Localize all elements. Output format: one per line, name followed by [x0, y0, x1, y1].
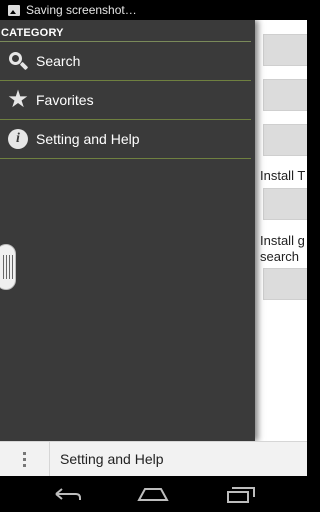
info-icon: i — [7, 128, 29, 150]
drawer-item-label: Search — [36, 53, 81, 69]
app-screen: Saving screenshot… Install T Install g s… — [0, 0, 307, 512]
install-label-1: Install T — [260, 168, 306, 183]
system-nav-bar — [0, 476, 307, 512]
main-button-4[interactable] — [263, 188, 307, 220]
recents-icon — [227, 487, 255, 503]
main-button-2[interactable] — [263, 79, 307, 111]
back-icon — [55, 488, 81, 500]
home-icon — [137, 488, 169, 501]
action-bar-title: Setting and Help — [60, 451, 164, 467]
overflow-menu-button[interactable] — [0, 441, 50, 477]
status-text: Saving screenshot… — [26, 3, 137, 17]
back-button[interactable] — [48, 482, 88, 506]
star-icon: ★ — [7, 86, 29, 113]
main-button-1[interactable] — [263, 34, 307, 66]
drawer-item-search[interactable]: Search — [0, 42, 251, 81]
status-bar: Saving screenshot… — [0, 0, 307, 20]
install-label-2-line2: search — [260, 249, 300, 264]
main-content: Install T Install g search — [255, 20, 307, 441]
drawer-item-label: Setting and Help — [36, 131, 140, 147]
main-button-5[interactable] — [263, 268, 307, 300]
home-button[interactable] — [133, 482, 173, 506]
action-bar: Setting and Help — [0, 441, 307, 477]
drawer-item-favorites[interactable]: ★ Favorites — [0, 81, 251, 120]
recents-button[interactable] — [222, 482, 262, 506]
main-button-3[interactable] — [263, 124, 307, 156]
drawer-header: CATEGORY — [1, 27, 64, 39]
install-label-2: Install g — [260, 233, 305, 248]
navigation-drawer: CATEGORY Search ★ Favorites i Setting an… — [0, 20, 255, 441]
overflow-menu-icon — [23, 451, 26, 455]
drawer-list: Search ★ Favorites i Setting and Help — [0, 42, 251, 159]
drawer-drag-handle[interactable] — [0, 244, 16, 290]
search-icon — [7, 50, 29, 72]
drawer-item-setting-and-help[interactable]: i Setting and Help — [0, 120, 251, 159]
image-icon — [8, 4, 20, 16]
drawer-item-label: Favorites — [36, 92, 94, 108]
